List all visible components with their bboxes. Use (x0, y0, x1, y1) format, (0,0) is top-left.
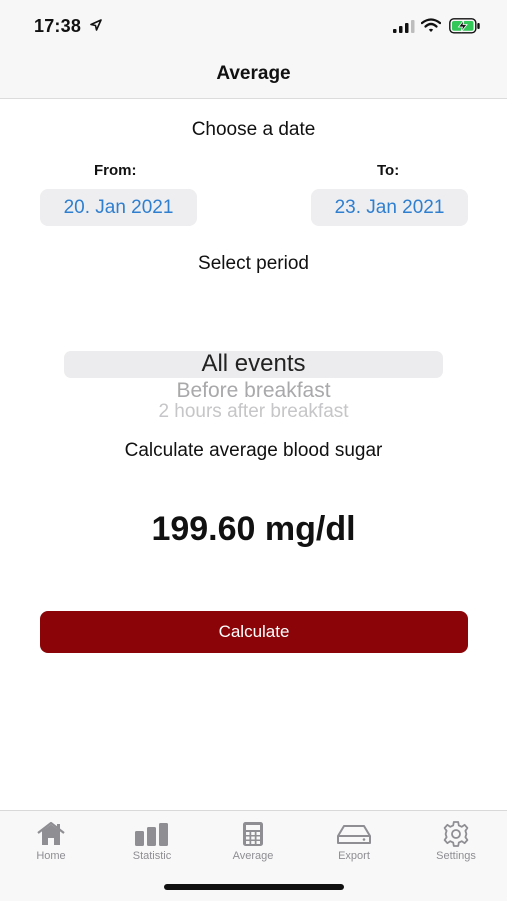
drive-icon (337, 825, 371, 844)
tab-settings[interactable]: Settings (411, 821, 501, 862)
from-label: From: (94, 162, 137, 179)
status-bar: 17:38 (0, 0, 507, 50)
picker-option-selected[interactable]: All events (0, 350, 507, 378)
home-indicator (164, 884, 344, 890)
location-arrow-icon (90, 19, 102, 31)
select-period-heading: Select period (198, 253, 309, 274)
tab-statistic[interactable]: Statistic (107, 821, 197, 862)
picker-option[interactable]: Before breakfast (0, 379, 507, 403)
page-title: Average (216, 63, 291, 84)
home-icon (37, 821, 65, 845)
to-date-button[interactable]: 23. Jan 2021 (311, 189, 468, 226)
tab-average[interactable]: Average (208, 821, 298, 862)
status-time: 17:38 (34, 16, 82, 36)
tab-label-home: Home (36, 850, 66, 862)
period-picker[interactable]: All events Before breakfast 2 hours afte… (0, 345, 507, 417)
tab-export[interactable]: Export (309, 821, 399, 862)
tab-label-settings: Settings (436, 850, 476, 862)
bar-chart-icon (135, 823, 168, 846)
average-result: 199.60 mg/dl (151, 510, 356, 548)
from-date-button[interactable]: 20. Jan 2021 (40, 189, 197, 226)
calculator-icon (243, 822, 263, 846)
cellular-signal-icon (393, 20, 415, 33)
tab-label-average: Average (232, 850, 274, 862)
tab-label-export: Export (338, 850, 370, 862)
wifi-icon (421, 18, 441, 32)
to-label: To: (377, 162, 400, 179)
tab-label-statistic: Statistic (132, 850, 172, 862)
tab-home[interactable]: Home (6, 821, 96, 862)
calculate-heading: Calculate average blood sugar (124, 440, 383, 461)
calculate-button[interactable]: Calculate (40, 611, 468, 653)
choose-date-heading: Choose a date (191, 119, 316, 140)
gear-icon (443, 821, 469, 847)
navigation-bar: Average (0, 50, 507, 99)
picker-option[interactable]: 2 hours after breakfast (0, 401, 507, 417)
battery-charging-icon (449, 18, 480, 34)
